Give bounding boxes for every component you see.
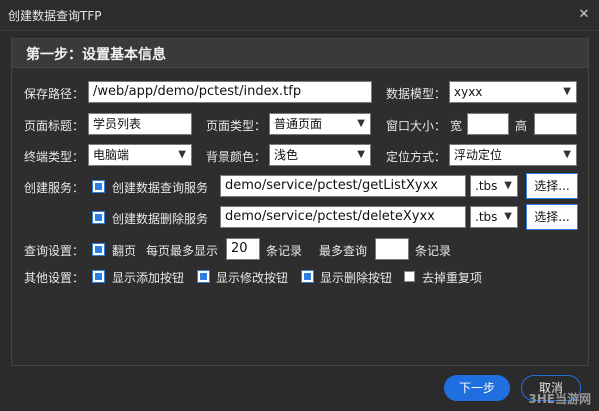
panel-heading: 第一步：设置基本信息 <box>26 47 166 63</box>
show-edit-label: 显示修改按钮 <box>216 271 289 285</box>
show-edit-checkbox[interactable] <box>198 271 209 282</box>
width-input[interactable] <box>467 113 509 135</box>
title-bar: 创建数据查询TFP ✕ <box>0 0 599 31</box>
per-page-input[interactable]: 20 <box>226 238 260 260</box>
query-settings-label: 查询设置： <box>24 244 85 258</box>
paging-label: 翻页 <box>112 244 137 258</box>
delete-ext-select[interactable]: .tbs ▼ <box>470 206 518 228</box>
delete-select-button[interactable]: 选择... <box>526 204 578 230</box>
close-icon[interactable]: ✕ <box>569 0 599 30</box>
other-settings-label: 其他设置： <box>24 271 85 285</box>
bg-color-label: 背景颜色： <box>206 150 267 164</box>
per-page-unit: 条记录 <box>266 244 303 258</box>
data-model-value: xyxx <box>454 85 483 99</box>
next-button[interactable]: 下一步 <box>444 375 510 401</box>
show-add-label: 显示添加按钮 <box>112 271 185 285</box>
data-model-select[interactable]: xyxx ▼ <box>449 81 577 103</box>
height-input[interactable] <box>534 113 577 135</box>
delete-service-path-input[interactable]: demo/service/pctest/deleteXyxx <box>220 206 466 228</box>
page-title-label: 页面标题： <box>24 119 85 133</box>
max-query-input[interactable] <box>375 238 409 260</box>
watermark-logo: 3HE当游网 <box>528 392 591 406</box>
panel-header: 第一步：设置基本信息 <box>12 39 588 68</box>
data-model-label: 数据模型： <box>386 87 447 101</box>
page-type-select[interactable]: 普通页面 ▼ <box>269 113 371 135</box>
chevron-down-icon: ▼ <box>563 149 571 160</box>
window-title: 创建数据查询TFP <box>8 9 102 23</box>
position-value: 浮动定位 <box>454 148 503 162</box>
query-select-button[interactable]: 选择... <box>526 173 578 199</box>
paging-checkbox[interactable] <box>93 244 104 255</box>
page-title-input[interactable]: 学员列表 <box>88 113 192 135</box>
max-query-label: 最多查询 <box>319 244 368 258</box>
settings-panel: 第一步：设置基本信息 保存路径： /web/app/demo/pctest/in… <box>11 38 589 366</box>
chevron-down-icon: ▼ <box>357 149 365 160</box>
delete-service-label: 创建数据删除服务 <box>112 212 209 226</box>
width-label: 宽 <box>450 119 463 133</box>
chevron-down-icon: ▼ <box>178 149 186 160</box>
query-ext-value: .tbs <box>475 179 498 193</box>
delete-ext-value: .tbs <box>475 210 498 224</box>
page-type-label: 页面类型： <box>206 119 267 133</box>
chevron-down-icon: ▼ <box>504 211 512 222</box>
terminal-type-select[interactable]: 电脑端 ▼ <box>88 144 192 166</box>
max-query-unit: 条记录 <box>415 244 452 258</box>
dedup-checkbox[interactable] <box>404 271 415 282</box>
chevron-down-icon: ▼ <box>357 118 365 129</box>
position-label: 定位方式： <box>386 150 447 164</box>
show-delete-label: 显示删除按钮 <box>320 271 393 285</box>
query-service-label: 创建数据查询服务 <box>112 181 209 195</box>
query-service-checkbox[interactable] <box>93 181 104 192</box>
create-service-label: 创建服务： <box>24 181 85 195</box>
save-path-input[interactable]: /web/app/demo/pctest/index.tfp <box>88 81 372 103</box>
per-page-label: 每页最多显示 <box>146 244 219 258</box>
query-service-path-input[interactable]: demo/service/pctest/getListXyxx <box>220 175 466 197</box>
bg-color-value: 浅色 <box>274 148 299 162</box>
show-delete-checkbox[interactable] <box>302 271 313 282</box>
position-select[interactable]: 浮动定位 ▼ <box>449 144 577 166</box>
bg-color-select[interactable]: 浅色 ▼ <box>269 144 371 166</box>
page-type-value: 普通页面 <box>274 117 323 131</box>
terminal-type-value: 电脑端 <box>93 148 130 162</box>
height-label: 高 <box>515 119 528 133</box>
dedup-label: 去掉重复项 <box>422 271 483 285</box>
terminal-type-label: 终端类型： <box>24 150 85 164</box>
query-ext-select[interactable]: .tbs ▼ <box>470 175 518 197</box>
delete-service-checkbox[interactable] <box>93 212 104 223</box>
window-size-label: 窗口大小： <box>386 119 447 133</box>
chevron-down-icon: ▼ <box>563 86 571 97</box>
chevron-down-icon: ▼ <box>504 180 512 191</box>
show-add-checkbox[interactable] <box>93 271 104 282</box>
save-path-label: 保存路径： <box>24 87 85 101</box>
